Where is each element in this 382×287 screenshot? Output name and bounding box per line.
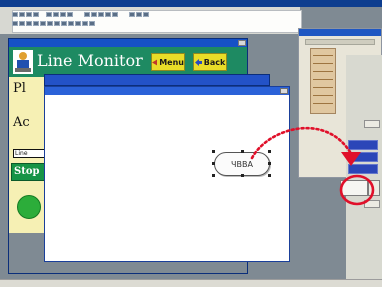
dotted-arrow-path [250,126,352,160]
status-bar [0,279,382,287]
arrow-head [341,152,361,166]
red-annotation-overlay [250,126,375,206]
highlight-circle [339,174,375,206]
